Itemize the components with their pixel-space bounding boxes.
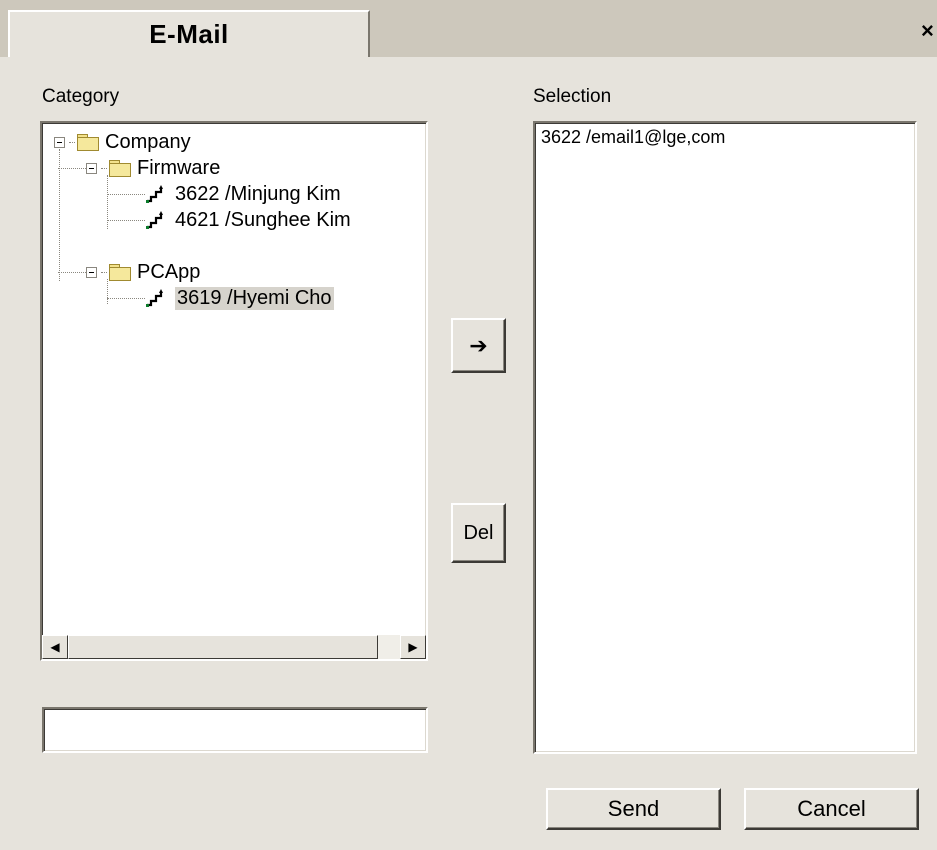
window-title-tab: E-Mail — [8, 10, 370, 57]
tree-node-label: Firmware — [137, 156, 221, 179]
scroll-thumb[interactable] — [68, 635, 378, 659]
tree-node-label: 4621 /Sunghee Kim — [175, 208, 351, 231]
tree-node-label: 3619 /Hyemi Cho — [175, 286, 334, 310]
collapse-icon[interactable] — [86, 162, 97, 174]
tree-node-contact[interactable]: 4621 /Sunghee Kim — [107, 207, 351, 233]
cancel-button[interactable]: Cancel — [744, 788, 919, 830]
tree-node-label: Company — [105, 130, 191, 153]
tree-node-contact[interactable]: 3622 /Minjung Kim — [107, 181, 341, 207]
scroll-right-button[interactable]: ▶ — [400, 635, 426, 659]
tree-node-firmware[interactable]: Firmware — [58, 155, 220, 181]
add-to-selection-button[interactable]: ➔ — [451, 318, 506, 373]
category-label: Category — [42, 86, 120, 107]
contact-icon — [146, 185, 163, 203]
folder-icon — [109, 159, 131, 177]
scroll-left-button[interactable]: ◀ — [42, 635, 68, 659]
send-button[interactable]: Send — [546, 788, 721, 830]
category-tree[interactable]: Company Firmware 3622 /Minjung Kim 4621 … — [40, 121, 428, 661]
list-item[interactable]: 3622 /email1@lge,com — [541, 127, 725, 148]
tree-node-label: 3622 /Minjung Kim — [175, 182, 341, 205]
close-icon[interactable]: × — [921, 18, 937, 44]
folder-icon — [77, 133, 99, 151]
tree-node-company[interactable]: Company — [54, 129, 191, 155]
tree-node-pcapp[interactable]: PCApp — [58, 259, 200, 285]
right-arrow-icon: ➔ — [469, 332, 488, 358]
search-input[interactable] — [42, 707, 428, 753]
collapse-icon[interactable] — [54, 136, 65, 148]
delete-button[interactable]: Del — [451, 503, 506, 563]
contact-icon — [146, 211, 163, 229]
tree-node-contact-selected[interactable]: 3619 /Hyemi Cho — [107, 285, 334, 311]
selection-label: Selection — [533, 86, 612, 107]
horizontal-scrollbar[interactable]: ◀ ▶ — [42, 635, 426, 659]
folder-icon — [109, 263, 131, 281]
tree-node-label: PCApp — [137, 260, 201, 283]
scroll-left-icon: ◀ — [50, 640, 60, 654]
contact-icon — [146, 289, 163, 307]
title-bar: E-Mail × — [0, 0, 937, 57]
collapse-icon[interactable] — [86, 266, 97, 278]
scroll-right-icon: ▶ — [408, 640, 418, 654]
selection-list[interactable]: 3622 /email1@lge,com — [533, 121, 917, 754]
